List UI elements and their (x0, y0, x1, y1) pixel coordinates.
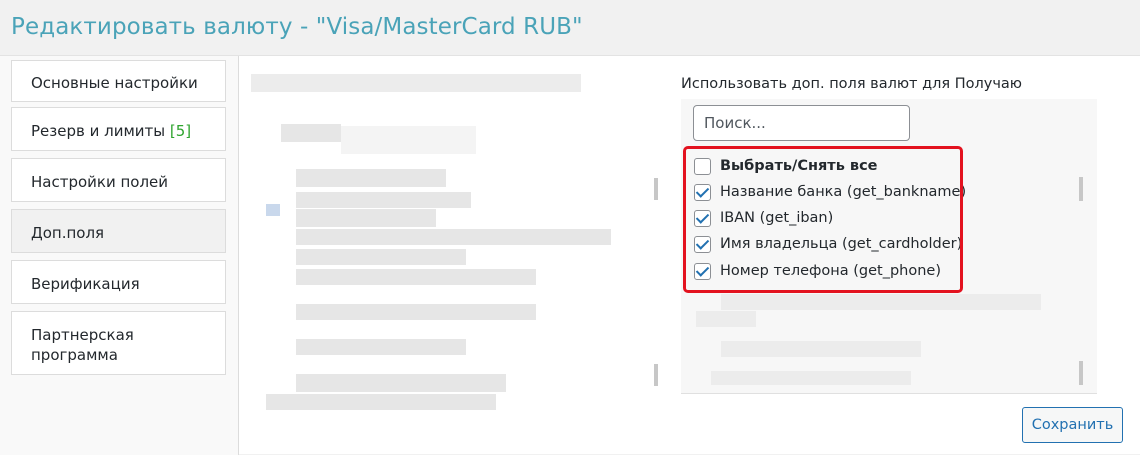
tab-label: Партнерская программа (31, 326, 134, 364)
tab-affiliate-program[interactable]: Партнерская программа (11, 311, 226, 375)
tab-basic-settings[interactable]: Основные настройки (11, 60, 226, 102)
scrollbar-thumb[interactable] (1079, 177, 1083, 201)
blurred-field-list (251, 74, 627, 410)
scrollbar-thumb[interactable] (654, 364, 658, 386)
blurred-option (696, 311, 756, 327)
settings-panel: Основные настройки Резерв и лимиты [5] Н… (0, 55, 1140, 455)
tab-label: Резерв и лимиты (31, 122, 170, 140)
settings-sidebar: Основные настройки Резерв и лимиты [5] Н… (0, 56, 239, 455)
blurred-option (721, 294, 1041, 310)
page-title: Редактировать валюту - "Visa/MasterCard … (11, 14, 583, 40)
tab-reserve-limits[interactable]: Резерв и лимиты [5] (11, 107, 226, 151)
blurred-option (721, 341, 921, 357)
tab-label: Верификация (31, 275, 140, 293)
extra-fields-label: Использовать доп. поля валют для Получаю (681, 76, 1023, 92)
highlight-annotation (683, 146, 963, 293)
main-content: Использовать доп. поля валют для Получаю… (240, 56, 1140, 454)
search-input[interactable] (693, 105, 910, 141)
save-button[interactable]: Сохранить (1022, 407, 1123, 443)
scrollbar-thumb[interactable] (654, 178, 658, 200)
blurred-option (711, 371, 911, 385)
tab-verification[interactable]: Верификация (11, 260, 226, 304)
tab-label: Настройки полей (31, 173, 169, 191)
tab-label: Основные настройки (31, 74, 198, 92)
count-badge: [5] (169, 122, 192, 140)
tab-field-settings[interactable]: Настройки полей (11, 158, 226, 202)
tab-extra-fields[interactable]: Доп.поля (11, 209, 226, 253)
scrollbar-thumb[interactable] (1079, 361, 1083, 385)
tab-label: Доп.поля (31, 224, 105, 242)
